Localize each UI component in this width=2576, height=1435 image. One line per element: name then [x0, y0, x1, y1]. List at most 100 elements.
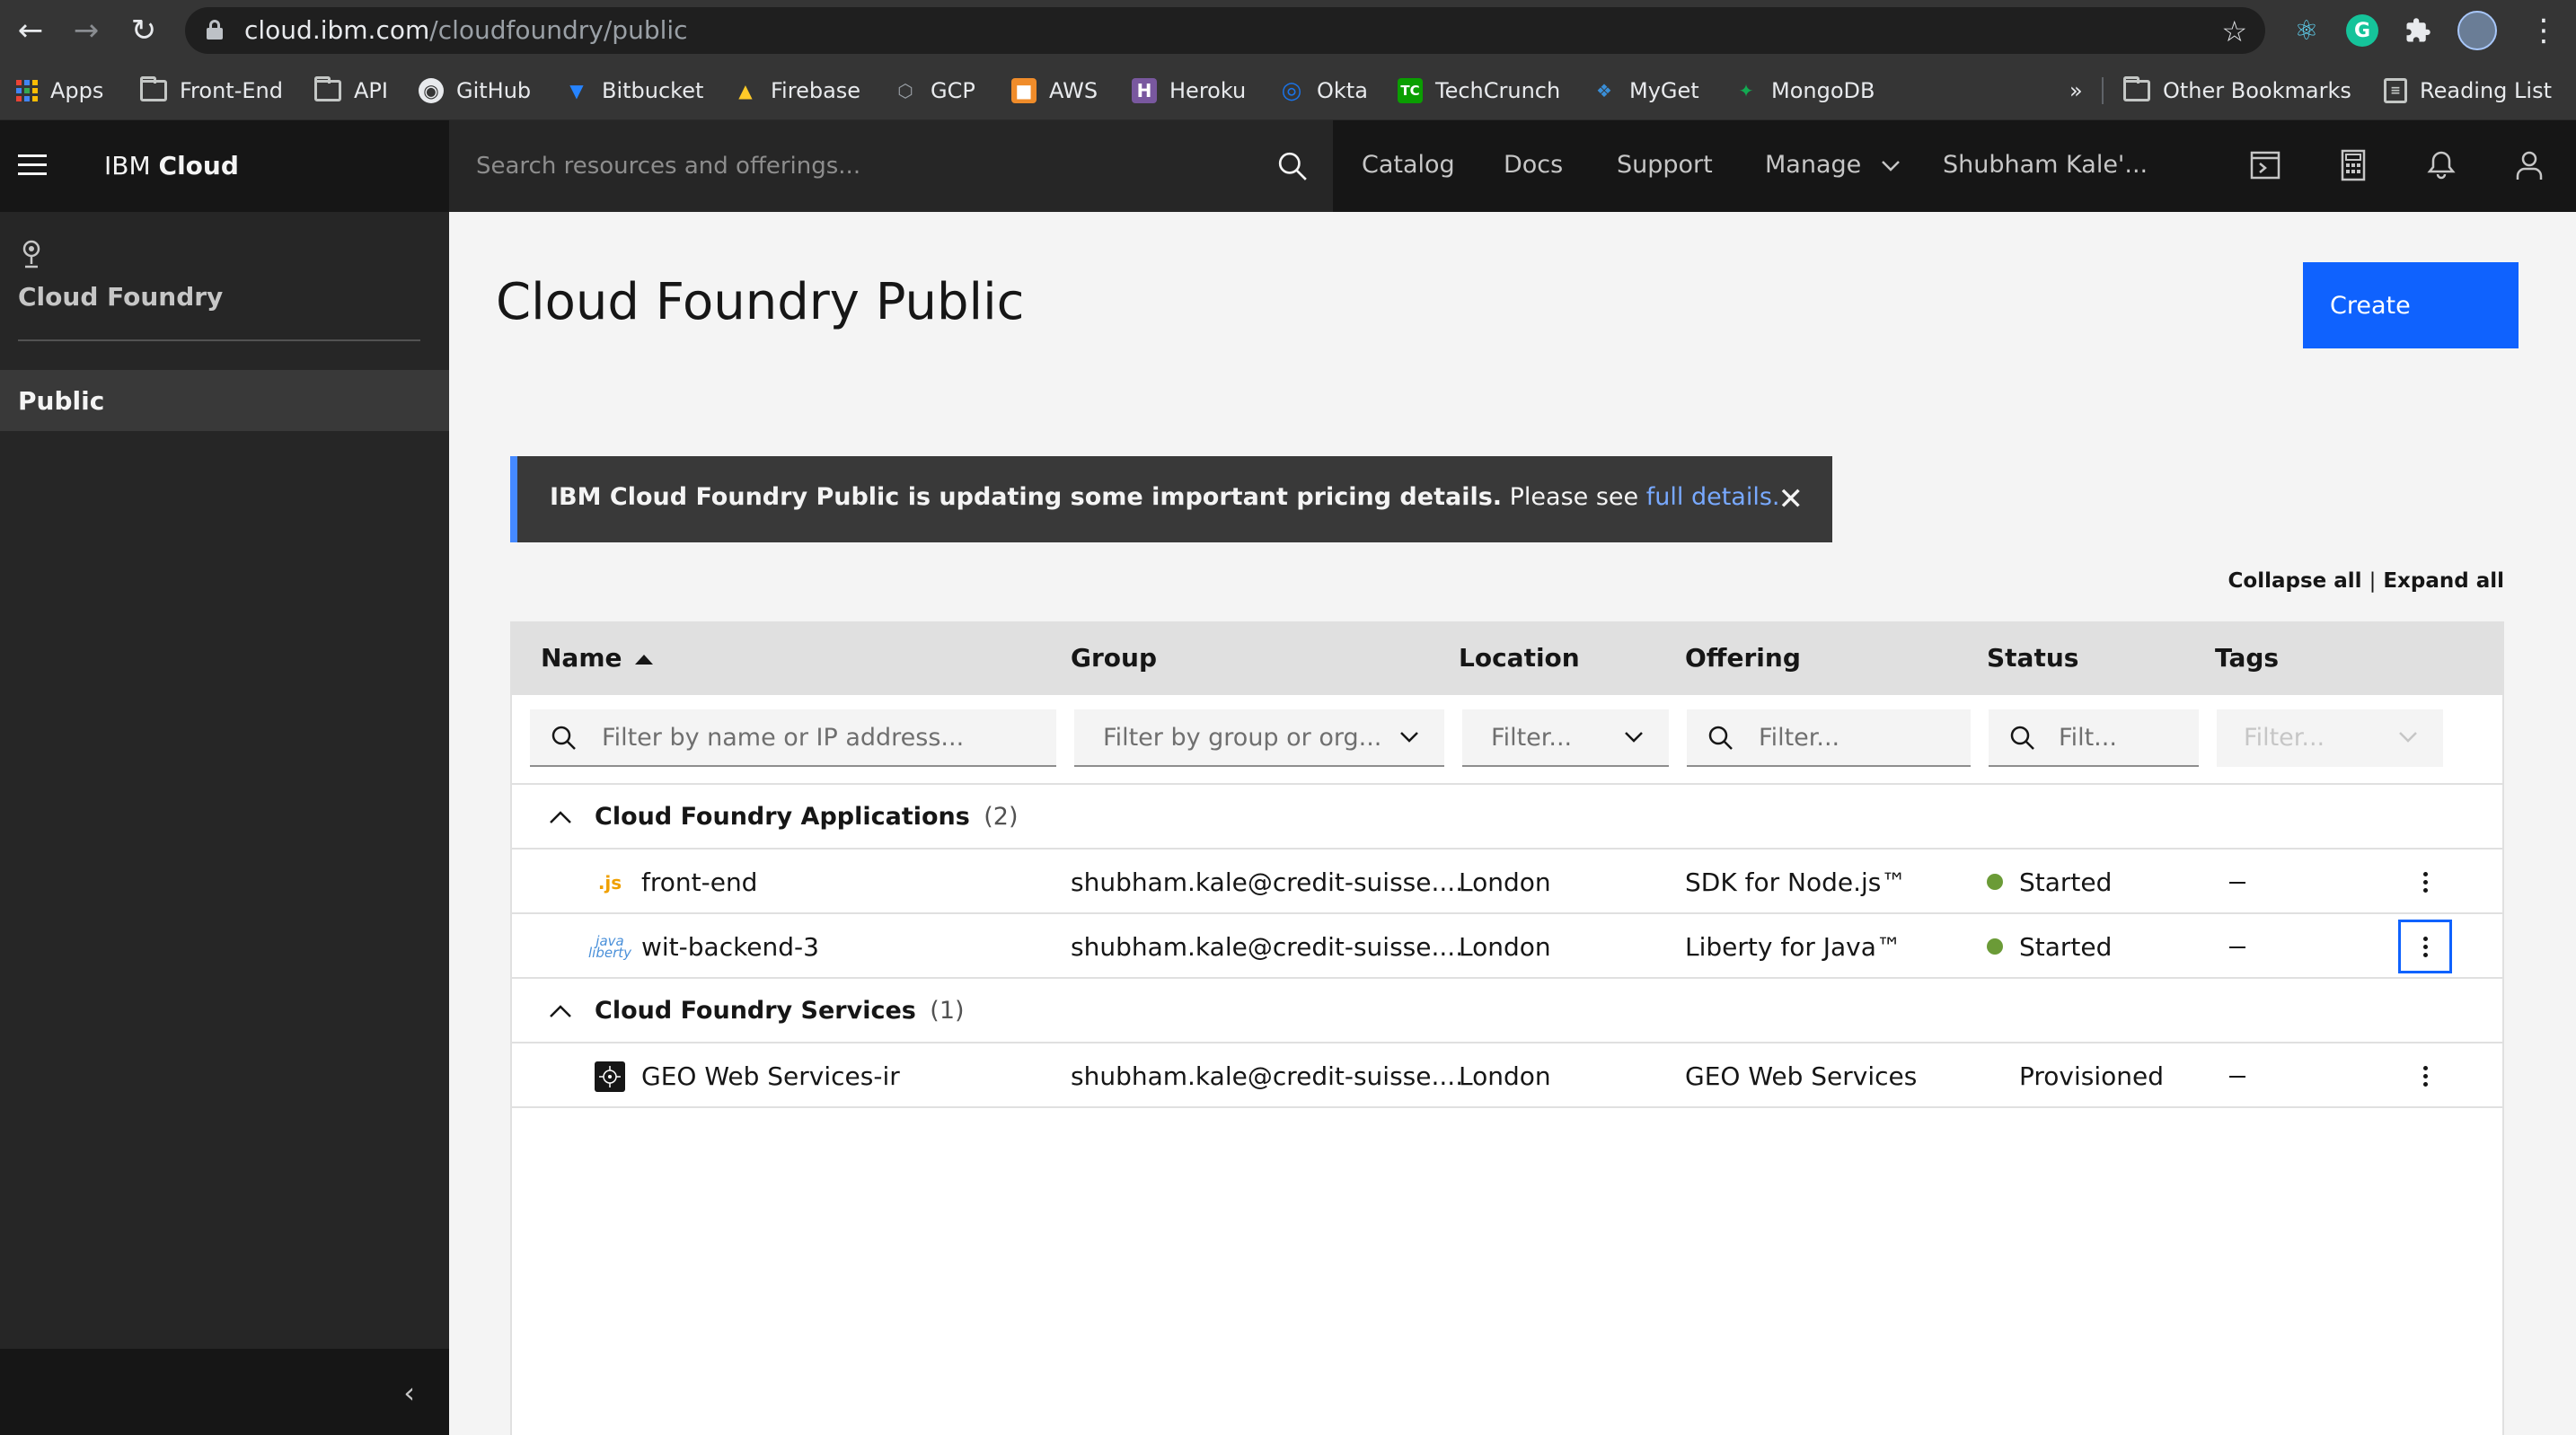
pricing-notification: IBM Cloud Foundry Public is updating som…: [510, 456, 1832, 542]
filter-group-dropdown[interactable]: Filter by group or org...: [1074, 709, 1444, 767]
status-started-dot: [1987, 874, 2003, 890]
bookmark-reading-list[interactable]: ≡ Reading List: [2384, 75, 2552, 106]
expand-all-link[interactable]: Expand all: [2383, 569, 2504, 593]
forward-arrow-icon[interactable]: →: [65, 9, 108, 52]
collapse-all-link[interactable]: Collapse all: [2228, 569, 2362, 593]
group-title: Cloud Foundry Applications (2): [595, 803, 1019, 831]
aws-icon: ■: [1011, 78, 1037, 103]
gcp-icon: ⬡: [897, 80, 913, 101]
column-header-offering[interactable]: Offering: [1685, 643, 1801, 673]
create-button[interactable]: Create: [2303, 262, 2519, 348]
cell-group: shubham.kale@credit-suisse....: [1071, 867, 1464, 897]
chevron-down-icon: [2399, 732, 2417, 743]
heroku-icon: H: [1132, 78, 1157, 103]
table-row[interactable]: GEO Web Services-ir shubham.kale@credit-…: [512, 1043, 2502, 1108]
notification-text: IBM Cloud Foundry Public is updating som…: [550, 483, 1780, 511]
bookmark-github[interactable]: ◉ GitHub: [419, 75, 531, 106]
folder-icon: [314, 76, 341, 101]
cell-tags-empty: [2229, 882, 2245, 884]
back-arrow-icon[interactable]: ←: [9, 9, 52, 52]
cloud-shell-icon[interactable]: [2249, 149, 2281, 181]
column-header-status[interactable]: Status: [1987, 643, 2078, 673]
bookmark-heroku[interactable]: H Heroku: [1132, 75, 1246, 106]
cost-estimator-icon[interactable]: [2337, 149, 2369, 181]
cell-offering: SDK for Node.js™: [1685, 867, 1907, 897]
close-icon[interactable]: ✕: [1778, 481, 1804, 517]
bookmark-apps[interactable]: Apps: [16, 75, 103, 106]
nav-manage[interactable]: Manage: [1765, 151, 1901, 179]
bookmark-firebase[interactable]: ▲ Firebase: [733, 75, 860, 106]
chevron-up-icon[interactable]: [548, 1000, 573, 1022]
filter-tags-dropdown[interactable]: Filter...: [2217, 709, 2443, 767]
bookmarks-overflow-button[interactable]: »: [2069, 75, 2083, 106]
search-icon[interactable]: [1277, 151, 1308, 181]
bookmark-mongodb[interactable]: ✦ MongoDB: [1734, 75, 1875, 106]
chevron-up-icon[interactable]: [548, 806, 573, 828]
search-input[interactable]: [476, 145, 1248, 187]
overflow-menu-icon[interactable]: [2398, 855, 2452, 909]
bookmark-okta[interactable]: ◎ Okta: [1279, 75, 1368, 106]
nav-docs[interactable]: Docs: [1504, 151, 1563, 179]
overflow-menu-icon[interactable]: [2398, 1049, 2452, 1103]
address-bar[interactable]: cloud.ibm.com/cloudfoundry/public ☆: [185, 7, 2265, 54]
search-icon: [1708, 726, 1733, 750]
sidebar-item-public[interactable]: Public: [0, 370, 449, 431]
lock-icon: [207, 20, 223, 40]
sidebar-footer: ‹: [0, 1349, 449, 1435]
table-row[interactable]: java liberty wit-backend-3 shubham.kale@c…: [512, 914, 2502, 979]
resource-name-link[interactable]: front-end: [641, 867, 757, 897]
notification-bell-icon[interactable]: [2425, 149, 2457, 181]
techcrunch-icon: TC: [1398, 78, 1423, 103]
reload-icon[interactable]: ↻: [122, 9, 165, 52]
grammarly-icon[interactable]: G: [2346, 14, 2378, 47]
resource-name-link[interactable]: wit-backend-3: [641, 932, 819, 962]
bookmark-bitbucket[interactable]: ▼ Bitbucket: [564, 75, 703, 106]
cell-group: shubham.kale@credit-suisse....: [1071, 1061, 1464, 1091]
nav-catalog[interactable]: Catalog: [1362, 151, 1455, 179]
bookmark-api[interactable]: API: [314, 75, 388, 106]
browser-menu-icon[interactable]: ⋮: [2526, 13, 2562, 48]
brand-logo[interactable]: IBM Cloud: [104, 151, 239, 180]
table-row[interactable]: .js front-end shubham.kale@credit-suisse…: [512, 850, 2502, 914]
column-header-name[interactable]: Name: [541, 643, 653, 673]
react-devtools-icon[interactable]: ⚛: [2289, 13, 2325, 48]
folder-icon: [140, 76, 167, 101]
hamburger-menu-icon[interactable]: [18, 154, 47, 176]
bookmarks-separator: [2102, 77, 2104, 104]
overflow-menu-icon[interactable]: [2398, 920, 2452, 973]
bookmark-myget[interactable]: ❖ MyGet: [1592, 75, 1699, 106]
column-header-group[interactable]: Group: [1071, 643, 1157, 673]
user-profile-icon[interactable]: [2513, 149, 2545, 181]
cell-location: London: [1459, 867, 1551, 897]
extensions-puzzle-icon[interactable]: [2400, 13, 2436, 48]
bookmark-star-icon[interactable]: ☆: [2221, 14, 2247, 48]
bitbucket-icon: ▼: [569, 80, 584, 101]
filter-location-dropdown[interactable]: Filter...: [1462, 709, 1669, 767]
sort-ascending-icon: [634, 654, 653, 665]
filter-name-input[interactable]: Filter by name or IP address...: [530, 709, 1056, 767]
apps-grid-icon: [16, 80, 38, 101]
nav-account[interactable]: Shubham Kale'...: [1943, 151, 2148, 179]
column-header-location[interactable]: Location: [1459, 643, 1580, 673]
github-icon: ◉: [419, 78, 444, 103]
bookmark-techcrunch[interactable]: TC TechCrunch: [1398, 75, 1560, 106]
bookmark-front-end[interactable]: Front-End: [140, 75, 283, 106]
resource-name-link[interactable]: GEO Web Services-ir: [641, 1061, 900, 1091]
left-sidebar: Cloud Foundry Public ‹: [0, 212, 449, 1435]
filter-offering-input[interactable]: Filter...: [1687, 709, 1971, 767]
group-row-applications[interactable]: Cloud Foundry Applications (2): [512, 785, 2502, 850]
nodejs-icon: .js: [597, 872, 622, 894]
cell-location: London: [1459, 932, 1551, 962]
filter-status-input[interactable]: Filt...: [1989, 709, 2199, 767]
profile-avatar[interactable]: [2457, 11, 2497, 50]
group-row-services[interactable]: Cloud Foundry Services (1): [512, 979, 2502, 1043]
nav-support[interactable]: Support: [1617, 151, 1713, 179]
browser-toolbar: ← → ↻ cloud.ibm.com/cloudfoundry/public …: [0, 0, 2576, 61]
page-title: Cloud Foundry Public: [496, 273, 1025, 331]
bookmark-aws[interactable]: ■ AWS: [1011, 75, 1098, 106]
bookmark-gcp[interactable]: ⬡ GCP: [893, 75, 975, 106]
collapse-sidebar-chevron-left-icon[interactable]: ‹: [403, 1376, 415, 1410]
full-details-link[interactable]: full details.: [1646, 483, 1780, 511]
column-header-tags[interactable]: Tags: [2215, 643, 2279, 673]
bookmark-other-bookmarks[interactable]: Other Bookmarks: [2123, 75, 2351, 106]
